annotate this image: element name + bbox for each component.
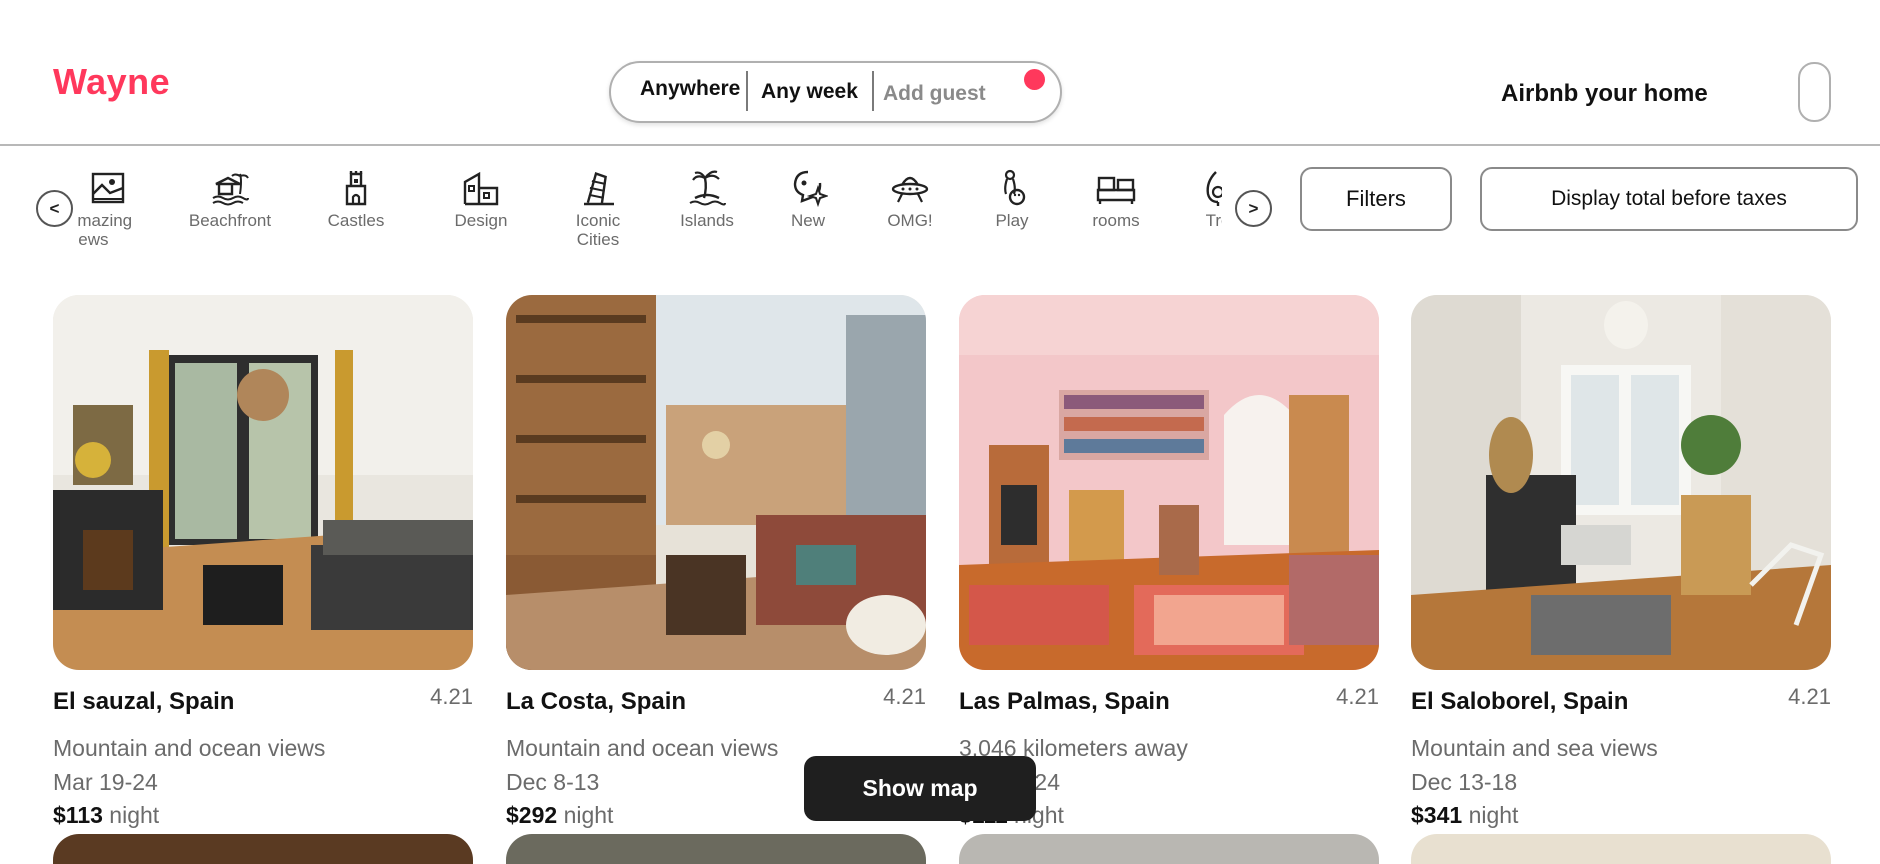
listing-photo-partial[interactable] [1411, 834, 1831, 864]
listing-dates: Mar 19-24 [53, 769, 158, 795]
listing-description: Mountain and sea views [1411, 735, 1658, 761]
play-icon [1004, 169, 1026, 206]
listing-photo-partial[interactable] [959, 834, 1379, 864]
listing-card[interactable]: El sauzal, Spain 4.21 Mountain and ocean… [53, 295, 473, 828]
categories-next-button[interactable]: > [1235, 190, 1272, 227]
listing-rating: 4.21 [1336, 684, 1379, 709]
listing-price: $292 night [506, 802, 613, 829]
listing-photo-partial[interactable] [506, 834, 926, 864]
listing-photo[interactable] [1411, 295, 1831, 670]
category-amazing-views[interactable]: Amazing views [78, 162, 158, 249]
category-rooms[interactable]: rooms [1066, 162, 1166, 230]
beachfront-icon [212, 173, 249, 206]
logo[interactable]: Wayne [53, 61, 170, 103]
search-bar[interactable]: Anywhere Any week Add guest [609, 61, 1062, 123]
listing-title: El sauzal, Spain [53, 688, 235, 715]
listing-card[interactable]: La Costa, Spain 4.21 Mountain and ocean … [506, 295, 926, 828]
listing-dates: Dec 13-18 [1411, 769, 1518, 795]
search-add-guest[interactable]: Add guest [883, 82, 986, 106]
display-total-before-taxes-toggle[interactable]: Display total before taxes [1480, 167, 1858, 231]
category-islands[interactable]: Islands [657, 162, 757, 230]
search-any-week[interactable]: Any week [761, 80, 858, 104]
price-amount: $341 [1411, 802, 1463, 828]
listing-price: $113 night [53, 802, 159, 829]
treehouse-icon [1206, 171, 1222, 206]
category-design[interactable]: Design [431, 162, 531, 230]
listing-rating: 4.21 [883, 684, 926, 709]
category-iconic-cities[interactable]: Iconic Cities [548, 162, 648, 249]
listing-description: Mountain and ocean views [53, 735, 326, 761]
airbnb-your-home-link[interactable]: Airbnb your home [1501, 80, 1708, 108]
white-room-photo [1411, 295, 1831, 670]
price-amount: $113 [53, 802, 103, 828]
amazing-views-icon [91, 172, 125, 204]
category-new[interactable]: New [758, 162, 858, 230]
listing-photo[interactable] [959, 295, 1379, 670]
category-treehouses[interactable]: Tre [1168, 162, 1222, 230]
pink-room-photo [959, 295, 1379, 670]
listing-card[interactable]: El Saloborel, Spain 4.21 Mountain and se… [1411, 295, 1831, 828]
search-icon[interactable] [1024, 69, 1045, 90]
category-play[interactable]: Play [962, 162, 1062, 230]
listing-photo[interactable] [53, 295, 473, 670]
listing-photo-partial[interactable] [53, 834, 473, 864]
listing-rating: 4.21 [430, 684, 473, 709]
listing-photo[interactable] [506, 295, 926, 670]
price-unit: night [1468, 802, 1519, 828]
top-header: Wayne Anywhere Any week Add guest Airbnb… [0, 0, 1880, 146]
price-unit: night [563, 802, 614, 828]
price-unit: night [109, 802, 160, 828]
price-amount: $292 [506, 802, 558, 828]
category-strip: Amazing views Beachfront Castles Design [78, 162, 1222, 257]
design-icon [463, 171, 499, 206]
categories-prev-button[interactable]: < [36, 190, 73, 227]
listing-rating: 4.21 [1788, 684, 1831, 709]
show-map-button[interactable]: Show map [804, 756, 1036, 821]
search-divider [872, 71, 874, 111]
listing-description: Mountain and ocean views [506, 735, 779, 761]
listing-title: La Costa, Spain [506, 688, 687, 715]
sunroom-photo [506, 295, 926, 670]
filters-button[interactable]: Filters [1300, 167, 1452, 231]
castle-icon [345, 171, 367, 206]
profile-menu-button[interactable] [1798, 62, 1831, 122]
omg-icon [891, 176, 929, 203]
category-beachfront[interactable]: Beachfront [180, 162, 280, 230]
listing-card[interactable]: Las Palmas, Spain 4.21 3,046 kilometers … [959, 295, 1379, 828]
listing-price: $341 night [1411, 802, 1518, 829]
listing-dates: Dec 8-13 [506, 769, 600, 795]
category-omg[interactable]: OMG! [860, 162, 960, 230]
iconic-cities-icon [584, 172, 614, 206]
listing-title: Las Palmas, Spain [959, 688, 1170, 715]
living-room-photo [53, 295, 473, 670]
new-icon [793, 170, 828, 208]
islands-icon [689, 170, 726, 206]
rooms-icon [1096, 176, 1136, 204]
category-castles[interactable]: Castles [306, 162, 406, 230]
search-anywhere[interactable]: Anywhere [640, 77, 740, 101]
search-divider [746, 71, 748, 111]
listing-title: El Saloborel, Spain [1411, 688, 1629, 715]
